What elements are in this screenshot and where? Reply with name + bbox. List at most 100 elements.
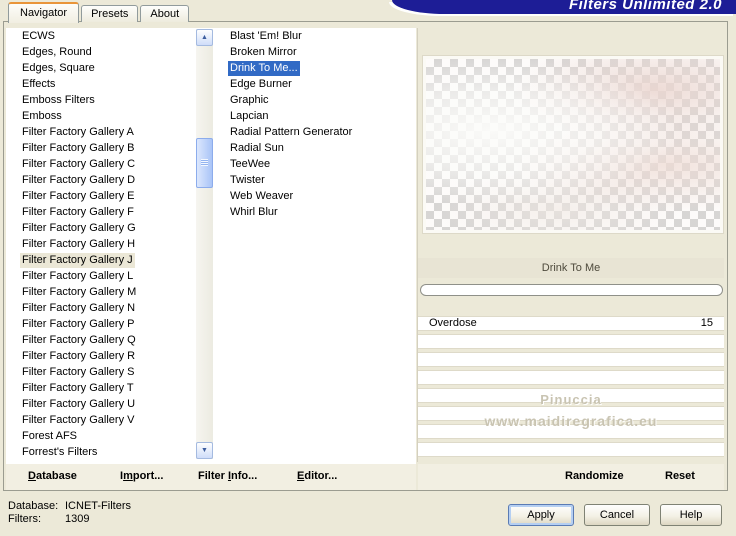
filter-preview-image[interactable] bbox=[423, 56, 723, 233]
tab[interactable]: Navigator bbox=[8, 2, 80, 23]
filters-unlimited-dialog: Filters Unlimited 2.0 Navigator Presets Ab… bbox=[0, 0, 736, 536]
category-item[interactable]: Filter Factory Gallery J bbox=[8, 253, 194, 269]
category-label: Edges, Round bbox=[22, 46, 92, 58]
filter-label: Drink To Me... bbox=[228, 61, 300, 76]
category-item[interactable]: Filter Factory Gallery H bbox=[8, 237, 194, 253]
parameter-row[interactable] bbox=[418, 424, 724, 439]
parameter-row[interactable] bbox=[418, 406, 724, 421]
category-label: Filter Factory Gallery B bbox=[22, 142, 135, 154]
parameter-row[interactable] bbox=[418, 334, 724, 349]
menu-command-pre: Reset bbox=[665, 470, 695, 482]
menu-command[interactable]: Randomize bbox=[565, 470, 624, 482]
command-strip-right: Randomize Reset bbox=[418, 464, 724, 490]
category-label: Filter Factory Gallery V bbox=[22, 414, 135, 426]
category-item[interactable]: Filter Factory Gallery P bbox=[8, 317, 194, 333]
parameter-row[interactable] bbox=[418, 388, 724, 403]
progress-bar bbox=[420, 284, 723, 296]
parameter-row[interactable] bbox=[418, 442, 724, 457]
menu-command[interactable]: Editor... bbox=[297, 470, 337, 482]
category-item[interactable]: Forest AFS bbox=[8, 429, 194, 445]
category-item[interactable]: Edges, Round bbox=[8, 45, 194, 61]
filter-item[interactable]: Whirl Blur bbox=[216, 205, 412, 221]
category-label: Filter Factory Gallery R bbox=[22, 350, 136, 362]
parameter-row[interactable]: Overdose 15 bbox=[418, 316, 724, 331]
filter-item[interactable]: Blast 'Em! Blur bbox=[216, 29, 412, 45]
category-item[interactable]: Edges, Square bbox=[8, 61, 194, 77]
filter-label: Blast 'Em! Blur bbox=[230, 30, 302, 42]
arrow-down-icon: ▼ bbox=[201, 447, 208, 454]
category-item[interactable]: Filter Factory Gallery Q bbox=[8, 333, 194, 349]
menu-command-pre: Randomize bbox=[565, 470, 624, 482]
category-item[interactable]: Filter Factory Gallery D bbox=[8, 173, 194, 189]
filter-item[interactable]: Twister bbox=[216, 173, 412, 189]
category-item[interactable]: Filter Factory Gallery S bbox=[8, 365, 194, 381]
category-label: Forest AFS bbox=[22, 430, 78, 442]
menu-command[interactable]: Database bbox=[28, 470, 77, 482]
category-item[interactable]: Filter Factory Gallery A bbox=[8, 125, 194, 141]
dialog-button[interactable]: Cancel bbox=[584, 504, 650, 526]
category-item[interactable]: Filter Factory Gallery L bbox=[8, 269, 194, 285]
filter-item[interactable]: Lapcian bbox=[216, 109, 412, 125]
parameter-row[interactable] bbox=[418, 370, 724, 385]
filter-label: Edge Burner bbox=[230, 78, 292, 90]
category-label: Filter Factory Gallery U bbox=[22, 398, 136, 410]
category-scrollbar[interactable]: ▲ ▼ bbox=[196, 29, 213, 459]
category-item[interactable]: Filter Factory Gallery T bbox=[8, 381, 194, 397]
category-label: Emboss bbox=[22, 110, 62, 122]
filter-item[interactable]: Edge Burner bbox=[216, 77, 412, 93]
category-item[interactable]: Filter Factory Gallery E bbox=[8, 189, 194, 205]
category-label: ECWS bbox=[22, 30, 55, 42]
filter-item[interactable]: Broken Mirror bbox=[216, 45, 412, 61]
dialog-button[interactable]: Apply bbox=[508, 504, 574, 526]
menu-command[interactable]: Import... bbox=[120, 470, 163, 482]
tab[interactable]: About bbox=[140, 5, 190, 22]
category-item[interactable]: Filter Factory Gallery C bbox=[8, 157, 194, 173]
filter-item[interactable]: Drink To Me... bbox=[216, 61, 412, 77]
scrollbar-thumb[interactable] bbox=[196, 138, 213, 188]
category-item[interactable]: Emboss Filters bbox=[8, 93, 194, 109]
category-label: Filter Factory Gallery Q bbox=[22, 334, 136, 346]
category-item[interactable]: Forrest's Filters bbox=[8, 445, 194, 461]
filter-item[interactable]: Web Weaver bbox=[216, 189, 412, 205]
category-item[interactable]: Filter Factory Gallery G bbox=[8, 221, 194, 237]
thumb-grip-icon bbox=[201, 159, 208, 166]
menu-command-post: atabase bbox=[35, 470, 77, 482]
menu-command[interactable]: Reset bbox=[665, 470, 695, 482]
category-item[interactable]: Emboss bbox=[8, 109, 194, 125]
category-label: Filter Factory Gallery N bbox=[22, 302, 136, 314]
filter-label: Twister bbox=[230, 174, 265, 186]
category-item[interactable]: Effects bbox=[8, 77, 194, 93]
filter-item[interactable]: Radial Pattern Generator bbox=[216, 125, 412, 141]
scroll-down-button[interactable]: ▼ bbox=[196, 442, 213, 459]
parameter-row[interactable] bbox=[418, 352, 724, 367]
filter-label: Graphic bbox=[230, 94, 269, 106]
filter-item[interactable]: Radial Sun bbox=[216, 141, 412, 157]
filter-item[interactable]: TeeWee bbox=[216, 157, 412, 173]
category-item[interactable]: Filter Factory Gallery M bbox=[8, 285, 194, 301]
filter-label: Radial Sun bbox=[230, 142, 284, 154]
filter-label: TeeWee bbox=[230, 158, 271, 170]
menu-command-mnemonic: D bbox=[28, 470, 36, 482]
category-item[interactable]: Filter Factory Gallery F bbox=[8, 205, 194, 221]
category-item[interactable]: Filter Factory Gallery V bbox=[8, 413, 194, 429]
parameter-rows: Overdose 15 bbox=[418, 316, 724, 460]
category-label: Filter Factory Gallery C bbox=[22, 158, 136, 170]
app-title-banner: Filters Unlimited 2.0 bbox=[392, 0, 736, 14]
filter-item[interactable]: Graphic bbox=[216, 93, 412, 109]
category-item[interactable]: Filter Factory Gallery B bbox=[8, 141, 194, 157]
dialog-button[interactable]: Help bbox=[660, 504, 722, 526]
tab[interactable]: Presets bbox=[81, 5, 139, 22]
category-item[interactable]: ECWS bbox=[8, 29, 194, 45]
scroll-up-button[interactable]: ▲ bbox=[196, 29, 213, 46]
category-label: Filter Factory Gallery T bbox=[22, 382, 134, 394]
category-label: Filter Factory Gallery M bbox=[22, 286, 137, 298]
arrow-up-icon: ▲ bbox=[201, 34, 208, 41]
category-item[interactable]: Filter Factory Gallery U bbox=[8, 397, 194, 413]
menu-command[interactable]: Filter Info... bbox=[198, 470, 257, 482]
tab-bar: Navigator Presets About bbox=[8, 2, 191, 23]
category-label: Filter Factory Gallery H bbox=[22, 238, 136, 250]
app-title: Filters Unlimited 2.0 bbox=[568, 0, 722, 13]
category-item[interactable]: Filter Factory Gallery N bbox=[8, 301, 194, 317]
filter-list: Blast 'Em! Blur Broken Mirror Drink To Me.… bbox=[216, 29, 412, 221]
category-item[interactable]: Filter Factory Gallery R bbox=[8, 349, 194, 365]
